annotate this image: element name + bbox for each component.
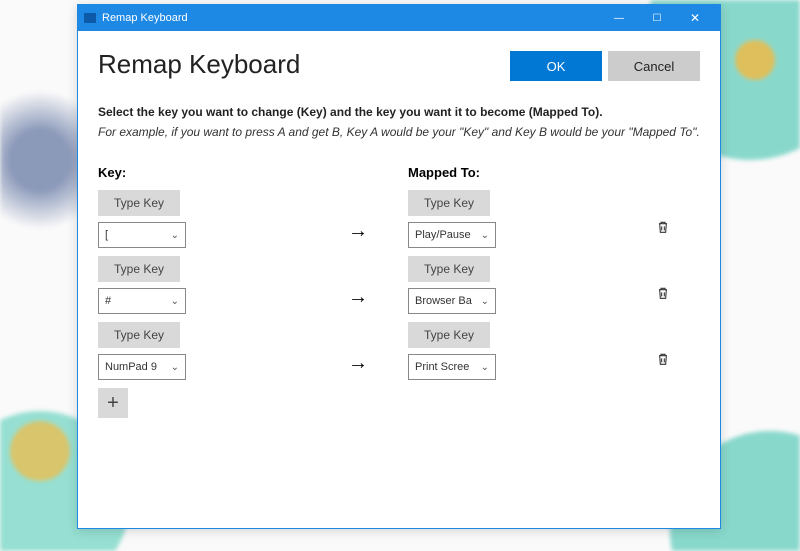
- chevron-down-icon: ⌄: [171, 230, 179, 241]
- ok-button[interactable]: OK: [510, 51, 602, 81]
- mapped-select-value: Play/Pause: [415, 229, 481, 241]
- instructions-primary: Select the key you want to change (Key) …: [98, 105, 700, 119]
- arrow-icon: →: [348, 220, 368, 243]
- key-select-value: #: [105, 295, 171, 307]
- remap-keyboard-window: Remap Keyboard Remap Keyboard OK Cancel …: [77, 4, 721, 529]
- mapping-row: Type Key [ ⌄ → Type Key Play/Pause ⌄: [98, 190, 700, 248]
- mapping-row: Type Key NumPad 9 ⌄ → Type Key Print Scr…: [98, 322, 700, 380]
- titlebar: Remap Keyboard: [78, 5, 720, 31]
- maximize-button[interactable]: [638, 5, 676, 31]
- mapped-select[interactable]: Print Scree ⌄: [408, 354, 496, 380]
- trash-icon[interactable]: [655, 218, 671, 241]
- window-title: Remap Keyboard: [102, 12, 188, 24]
- key-column-header: Key:: [98, 165, 348, 180]
- type-key-button[interactable]: Type Key: [408, 190, 490, 216]
- key-select[interactable]: # ⌄: [98, 288, 186, 314]
- instructions-example: For example, if you want to press A and …: [98, 125, 700, 139]
- type-key-button[interactable]: Type Key: [408, 322, 490, 348]
- mapped-column-header: Mapped To:: [408, 165, 628, 180]
- mapped-select-value: Browser Ba: [415, 295, 481, 307]
- mapped-select[interactable]: Play/Pause ⌄: [408, 222, 496, 248]
- key-select-value: NumPad 9: [105, 361, 171, 373]
- key-select-value: [: [105, 229, 171, 241]
- mapped-select-value: Print Scree: [415, 361, 481, 373]
- trash-icon[interactable]: [655, 350, 671, 373]
- arrow-icon: →: [348, 286, 368, 309]
- close-button[interactable]: [676, 5, 714, 31]
- add-mapping-button[interactable]: +: [98, 388, 128, 418]
- chevron-down-icon: ⌄: [481, 296, 489, 307]
- mapping-row: Type Key # ⌄ → Type Key Browser Ba ⌄: [98, 256, 700, 314]
- content-area: Remap Keyboard OK Cancel Select the key …: [78, 31, 720, 438]
- app-icon: [84, 13, 96, 23]
- mapped-select[interactable]: Browser Ba ⌄: [408, 288, 496, 314]
- mapping-rows: Type Key [ ⌄ → Type Key Play/Pause ⌄: [98, 190, 700, 380]
- chevron-down-icon: ⌄: [171, 296, 179, 307]
- type-key-button[interactable]: Type Key: [408, 256, 490, 282]
- type-key-button[interactable]: Type Key: [98, 190, 180, 216]
- type-key-button[interactable]: Type Key: [98, 322, 180, 348]
- chevron-down-icon: ⌄: [171, 362, 179, 373]
- type-key-button[interactable]: Type Key: [98, 256, 180, 282]
- chevron-down-icon: ⌄: [481, 230, 489, 241]
- key-select[interactable]: [ ⌄: [98, 222, 186, 248]
- page-title: Remap Keyboard: [98, 49, 300, 80]
- trash-icon[interactable]: [655, 284, 671, 307]
- chevron-down-icon: ⌄: [481, 362, 489, 373]
- cancel-button[interactable]: Cancel: [608, 51, 700, 81]
- key-select[interactable]: NumPad 9 ⌄: [98, 354, 186, 380]
- arrow-icon: →: [348, 352, 368, 375]
- minimize-button[interactable]: [600, 5, 638, 31]
